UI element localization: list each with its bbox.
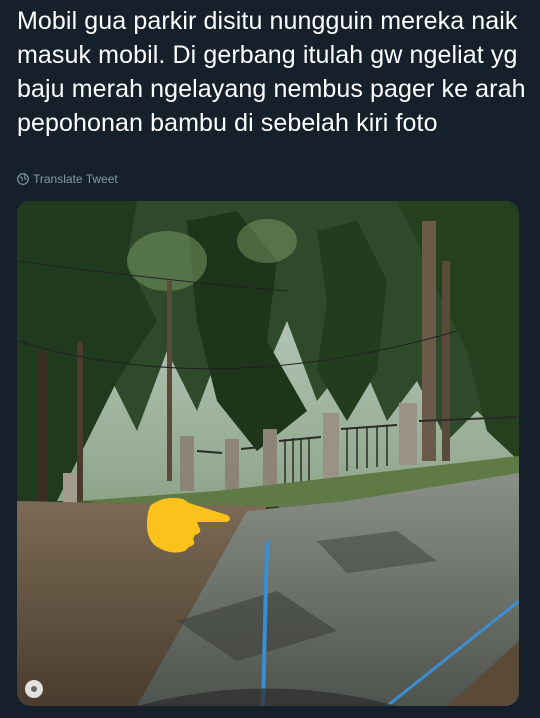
globe-icon [17, 173, 29, 185]
pegman-icon [25, 680, 43, 698]
translate-tweet-label: Translate Tweet [33, 172, 118, 186]
translate-tweet-link[interactable]: Translate Tweet [17, 172, 118, 186]
tweet-text: Mobil gua parkir disitu nungguin mereka … [17, 7, 526, 137]
tweet-photo[interactable] [17, 201, 519, 706]
street-view-image [17, 201, 519, 706]
pointing-right-hand-icon [147, 497, 230, 553]
